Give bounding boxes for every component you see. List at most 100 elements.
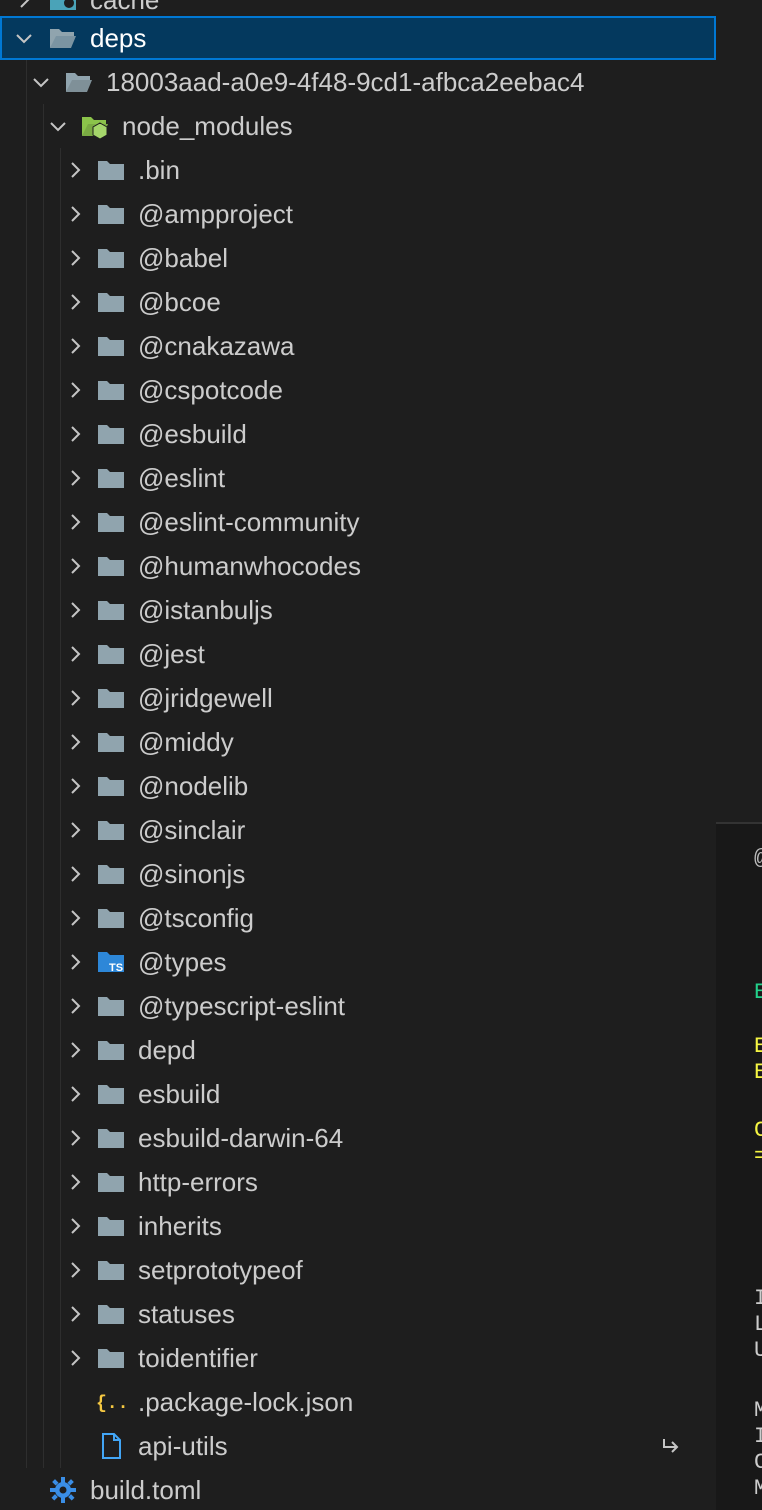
- tree-row[interactable]: @esbuild: [0, 412, 716, 456]
- tree-row[interactable]: @ampproject: [0, 192, 716, 236]
- chevron-right-icon[interactable]: [63, 1126, 87, 1150]
- tree-row[interactable]: TS @types: [0, 940, 716, 984]
- tree-row[interactable]: @eslint: [0, 456, 716, 500]
- chevron-right-icon[interactable]: [63, 906, 87, 930]
- tree-row[interactable]: @nodelib: [0, 764, 716, 808]
- tree-row[interactable]: build.toml: [0, 1468, 716, 1510]
- chevron-right-icon[interactable]: [63, 554, 87, 578]
- chevron-right-icon[interactable]: [63, 686, 87, 710]
- chevron-right-icon[interactable]: [63, 862, 87, 886]
- chevron-down-icon[interactable]: [29, 70, 53, 94]
- tree-row[interactable]: @eslint-community: [0, 500, 716, 544]
- tree-row[interactable]: setprototypeof: [0, 1248, 716, 1292]
- tree-row-label: @humanwhocodes: [138, 550, 361, 581]
- chevron-right-icon[interactable]: [63, 510, 87, 534]
- folder-icon: [96, 157, 126, 183]
- tree-row[interactable]: @cspotcode: [0, 368, 716, 412]
- tree-row[interactable]: http-errors: [0, 1160, 716, 1204]
- terminal-text-fragment: U: [754, 1338, 762, 1363]
- indent-guide: [43, 456, 44, 500]
- chevron-right-icon[interactable]: [63, 334, 87, 358]
- folder-icon: [96, 1081, 126, 1107]
- tree-row[interactable]: esbuild: [0, 1072, 716, 1116]
- tree-row-label: @jridgewell: [138, 682, 273, 713]
- indent-guide: [43, 1160, 44, 1204]
- chevron-right-icon[interactable]: [63, 730, 87, 754]
- tree-row[interactable]: api-utils: [0, 1424, 716, 1468]
- tree-row[interactable]: 18003aad-a0e9-4f48-9cd1-afbca2eebac4: [0, 60, 716, 104]
- chevron-right-icon[interactable]: [63, 1258, 87, 1282]
- gear-icon: [48, 1477, 78, 1503]
- indent-guide: [26, 720, 27, 764]
- chevron-right-icon[interactable]: [63, 1346, 87, 1370]
- tree-row[interactable]: @bcoe: [0, 280, 716, 324]
- chevron-right-icon[interactable]: [63, 994, 87, 1018]
- folder-icon: [96, 377, 126, 403]
- chevron-right-icon[interactable]: [63, 1302, 87, 1326]
- indent-guide: [60, 720, 61, 764]
- indent-guide: [26, 588, 27, 632]
- indent-guide: [26, 412, 27, 456]
- folder-icon: [96, 1301, 126, 1327]
- chevron-right-icon[interactable]: [63, 1170, 87, 1194]
- terminal-text-fragment: C: [754, 1118, 762, 1143]
- indent-guide: [26, 192, 27, 236]
- indent-guide: [26, 1028, 27, 1072]
- tree-row[interactable]: statuses: [0, 1292, 716, 1336]
- chevron-right-icon[interactable]: [63, 642, 87, 666]
- chevron-right-icon[interactable]: [63, 950, 87, 974]
- tree-row-label: inherits: [138, 1210, 222, 1241]
- chevron-right-icon[interactable]: [63, 422, 87, 446]
- tree-row[interactable]: @humanwhocodes: [0, 544, 716, 588]
- indent-guide: [43, 1292, 44, 1336]
- tree-row[interactable]: @jridgewell: [0, 676, 716, 720]
- tree-row[interactable]: depd: [0, 1028, 716, 1072]
- tree-row-label: http-errors: [138, 1166, 258, 1197]
- indent-guide: [60, 544, 61, 588]
- tree-row[interactable]: inherits: [0, 1204, 716, 1248]
- indent-guide: [60, 852, 61, 896]
- tree-row[interactable]: @cnakazawa: [0, 324, 716, 368]
- chevron-right-icon[interactable]: [63, 598, 87, 622]
- chevron-down-icon[interactable]: [46, 114, 70, 138]
- indent-guide: [43, 1116, 44, 1160]
- chevron-down-icon[interactable]: [12, 26, 36, 50]
- indent-guide: [26, 236, 27, 280]
- indent-guide: [26, 544, 27, 588]
- chevron-right-icon[interactable]: [63, 202, 87, 226]
- indent-guide: [43, 676, 44, 720]
- tree-row[interactable]: @istanbuljs: [0, 588, 716, 632]
- indent-guide: [26, 1424, 27, 1468]
- tree-row-label: @eslint-community: [138, 506, 360, 537]
- folder-icon: [96, 553, 126, 579]
- chevron-right-icon[interactable]: [63, 466, 87, 490]
- tree-row[interactable]: node_modules: [0, 104, 716, 148]
- chevron-right-icon[interactable]: [63, 774, 87, 798]
- chevron-right-icon[interactable]: [63, 1038, 87, 1062]
- indent-guide: [60, 148, 61, 192]
- chevron-right-icon[interactable]: [63, 246, 87, 270]
- tree-row[interactable]: @typescript-eslint: [0, 984, 716, 1028]
- tree-row[interactable]: esbuild-darwin-64: [0, 1116, 716, 1160]
- tree-row[interactable]: {..} .package-lock.json: [0, 1380, 716, 1424]
- chevron-right-icon[interactable]: [63, 158, 87, 182]
- indent-guide: [60, 1072, 61, 1116]
- chevron-right-icon[interactable]: [63, 818, 87, 842]
- folder-open-icon: [64, 69, 94, 95]
- folder-icon: [96, 201, 126, 227]
- chevron-right-icon[interactable]: [63, 378, 87, 402]
- tree-row[interactable]: toidentifier: [0, 1336, 716, 1380]
- tree-row[interactable]: @sinclair: [0, 808, 716, 852]
- tree-row[interactable]: @babel: [0, 236, 716, 280]
- tree-row[interactable]: .bin: [0, 148, 716, 192]
- indent-guide: [26, 1292, 27, 1336]
- tree-row[interactable]: @sinonjs: [0, 852, 716, 896]
- tree-row[interactable]: @middy: [0, 720, 716, 764]
- chevron-right-icon[interactable]: [63, 1082, 87, 1106]
- tree-row[interactable]: deps: [0, 16, 716, 60]
- chevron-right-icon[interactable]: [63, 290, 87, 314]
- tree-row-label: api-utils: [138, 1430, 228, 1461]
- tree-row[interactable]: @tsconfig: [0, 896, 716, 940]
- tree-row[interactable]: @jest: [0, 632, 716, 676]
- chevron-right-icon[interactable]: [63, 1214, 87, 1238]
